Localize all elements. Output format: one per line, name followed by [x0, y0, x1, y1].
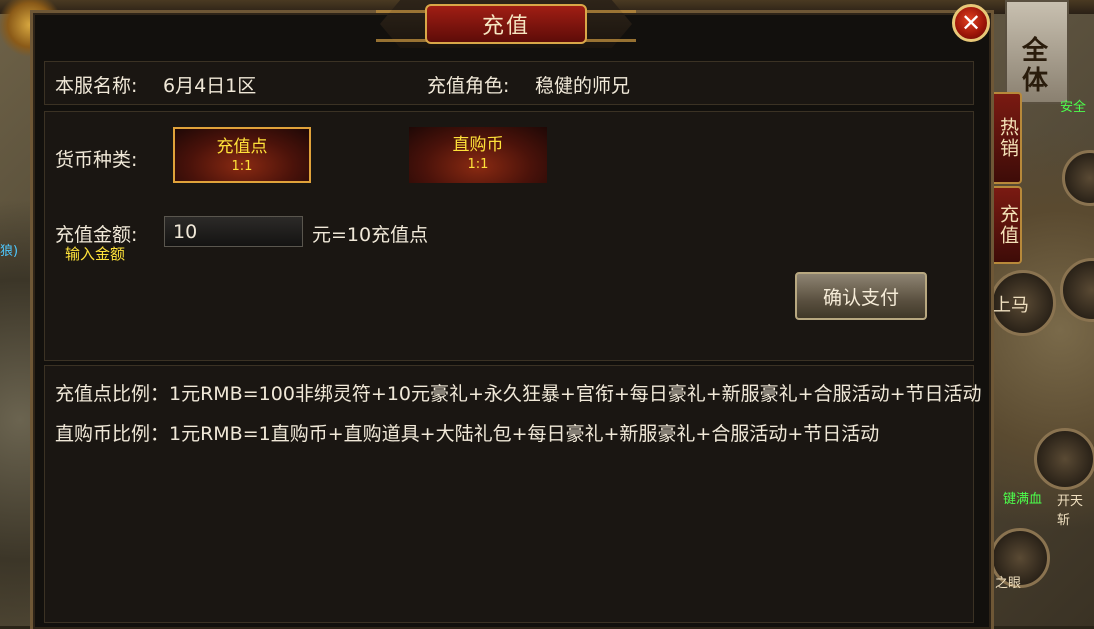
- mount-label: 上马: [993, 295, 1029, 316]
- server-name-label: 本服名称:: [55, 75, 138, 97]
- full-world-label: 全体: [1021, 36, 1048, 96]
- currency-option-recharge-points[interactable]: 充值点 1:1: [173, 127, 311, 183]
- left-world-label: 狼): [0, 244, 19, 259]
- amount-input[interactable]: [164, 216, 303, 247]
- server-name-value: 6月4日1区: [163, 75, 257, 97]
- recharge-role-label: 充值角色:: [427, 75, 510, 97]
- ratio-line-recharge-points: 充值点比例：1元RMB=100非绑灵符+10元豪礼+永久狂暴+官衔+每日豪礼+新…: [55, 383, 982, 405]
- mount-button[interactable]: 上马: [990, 270, 1056, 336]
- sword-skill-button[interactable]: [1034, 428, 1094, 490]
- amount-conversion-text: 元=10充值点: [312, 224, 429, 246]
- eye-label: 之眼: [995, 576, 1022, 591]
- currency-option-rate: 1:1: [467, 157, 489, 172]
- currency-type-label: 货币种类:: [55, 149, 138, 171]
- ratio-line-direct-coins: 直购币比例：1元RMB=1直购币+直购道具+大陆礼包+每日豪礼+新服豪礼+合服活…: [55, 423, 880, 445]
- full-world-button[interactable]: 全体: [1005, 0, 1069, 104]
- safe-zone-label: 安全: [1060, 100, 1087, 115]
- close-button[interactable]: ✕: [952, 4, 990, 42]
- currency-option-name: 直购币: [452, 135, 504, 155]
- currency-option-direct-coins[interactable]: 直购币 1:1: [409, 127, 547, 183]
- recharge-dialog: 本服名称: 6月4日1区 充值角色: 稳健的师兄 货币种类: 充值点 1:1 直…: [30, 10, 994, 629]
- currency-option-name: 充值点: [216, 137, 268, 157]
- currency-option-rate: 1:1: [231, 159, 253, 174]
- sword-label: 开天斩: [1057, 494, 1084, 528]
- recharge-role-value: 稳健的师兄: [535, 75, 631, 97]
- amount-hint: 输入金额: [65, 245, 126, 263]
- heal-label: 键满血: [1003, 492, 1043, 507]
- confirm-payment-button[interactable]: 确认支付: [795, 272, 927, 320]
- dialog-title: 充值: [425, 4, 587, 44]
